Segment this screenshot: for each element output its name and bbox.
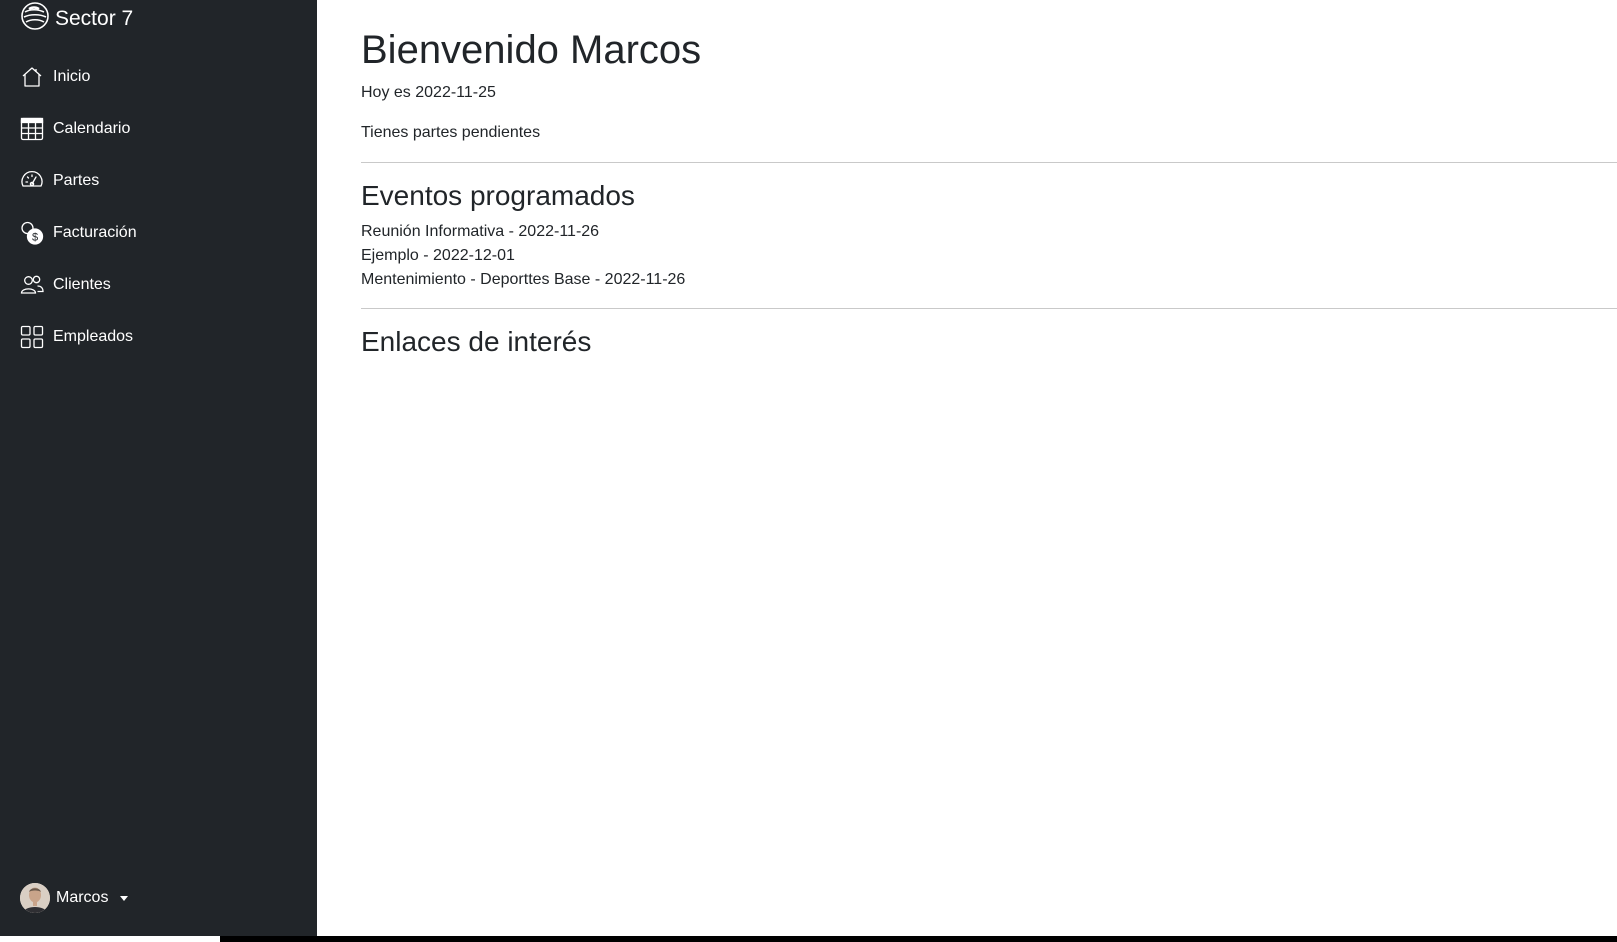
sidebar-item-calendario[interactable]: Calendario (0, 109, 317, 149)
sidebar-item-inicio[interactable]: Inicio (0, 57, 317, 97)
divider (361, 308, 1617, 309)
brand-link[interactable]: Sector 7 (20, 1, 134, 37)
list-item: Ejemplo - 2022-12-01 (361, 247, 515, 264)
list-item: Reunión Informativa - 2022-11-26 (361, 223, 600, 240)
page-title: Bienvenido Marcos (361, 28, 702, 72)
house-icon (20, 65, 44, 89)
links-heading: Enlaces de interés (361, 326, 592, 357)
sidebar-item-empleados[interactable]: Empleados (0, 317, 317, 357)
sidebar-nav: Inicio Calendario Partes $ Facturación C… (0, 57, 317, 369)
user-name: Marcos (56, 889, 109, 906)
sidebar: Sector 7 Inicio Calendario Partes $ Fact… (0, 0, 317, 936)
people-icon (20, 273, 44, 297)
today-text: Hoy es 2022-11-25 (361, 84, 496, 101)
sidebar-item-label: Inicio (53, 68, 91, 85)
user-menu[interactable]: Marcos (20, 882, 129, 914)
list-item: Mentenimiento - Deporttes Base - 2022-11… (361, 271, 686, 288)
avatar (20, 883, 50, 913)
sidebar-item-label: Empleados (53, 328, 134, 345)
events-list: Reunión Informativa - 2022-11-26 Ejemplo… (361, 220, 685, 292)
globe-logo-icon (20, 1, 50, 37)
sidebar-item-facturacion[interactable]: $ Facturación (0, 213, 317, 253)
sidebar-item-label: Clientes (53, 276, 111, 293)
divider (361, 162, 1617, 163)
caret-down-icon (120, 895, 129, 901)
sidebar-item-label: Facturación (53, 224, 137, 241)
coins-icon: $ (20, 221, 44, 245)
speedometer-icon (20, 169, 44, 193)
sidebar-item-label: Calendario (53, 120, 131, 137)
svg-text:$: $ (32, 232, 38, 244)
sidebar-item-label: Partes (53, 172, 100, 189)
events-heading: Eventos programados (361, 180, 635, 211)
grid-icon (20, 325, 44, 349)
bottom-bar (220, 936, 1617, 942)
brand-name: Sector 7 (55, 7, 134, 30)
sidebar-item-clientes[interactable]: Clientes (0, 265, 317, 305)
table-grid-icon (20, 117, 44, 141)
pending-text: Tienes partes pendientes (361, 124, 541, 141)
sidebar-item-partes[interactable]: Partes (0, 161, 317, 201)
